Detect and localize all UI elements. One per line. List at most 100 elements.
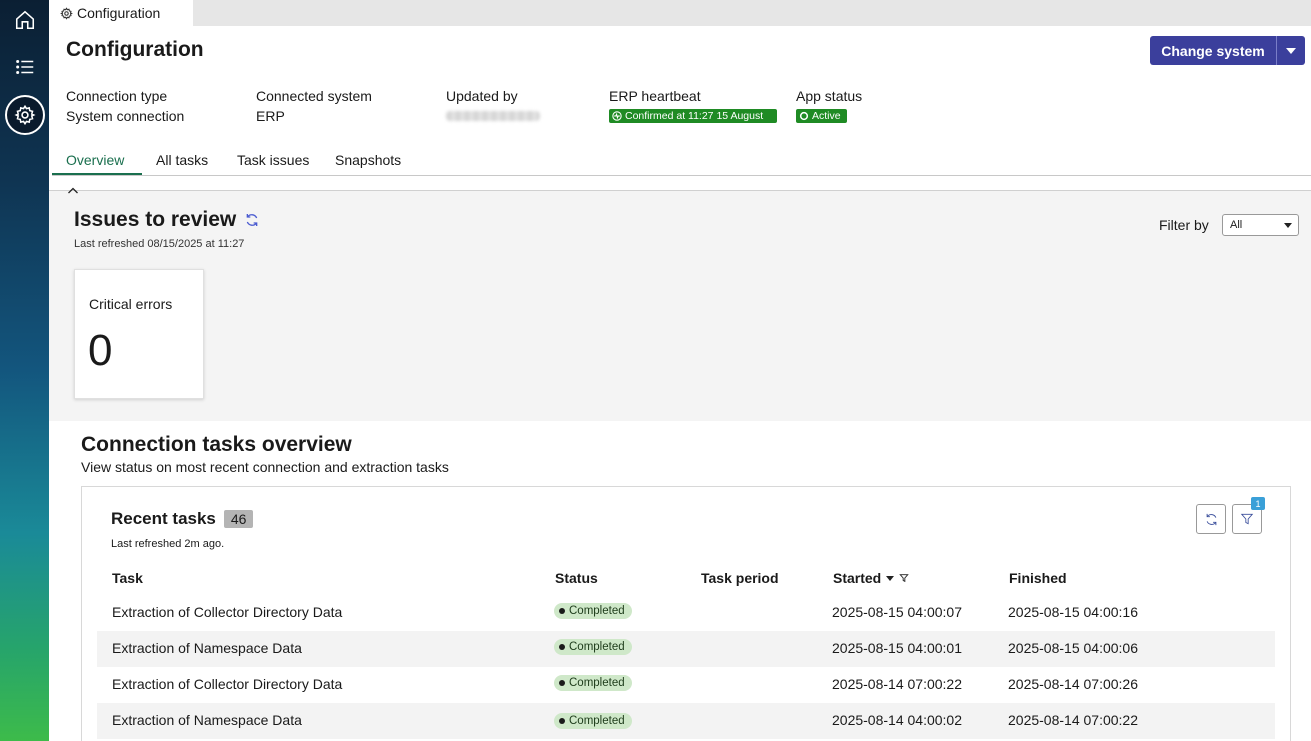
col-started[interactable]: Started bbox=[833, 570, 909, 586]
refresh-icon bbox=[1206, 513, 1216, 525]
status-text: Completed bbox=[569, 715, 625, 727]
status-dot-icon bbox=[559, 680, 565, 686]
task-name: Extraction of Namespace Data bbox=[112, 640, 302, 656]
tab-configuration[interactable]: Configuration bbox=[49, 0, 193, 26]
table-row[interactable]: Extraction of Namespace Data Completed 2… bbox=[97, 703, 1275, 739]
recent-tasks-title-text: Recent tasks bbox=[111, 509, 216, 528]
active-tab-indicator bbox=[52, 173, 142, 175]
updated-by-label: Updated by bbox=[446, 88, 518, 104]
col-task[interactable]: Task bbox=[112, 570, 143, 586]
meta-app-status: App status Active bbox=[796, 86, 862, 126]
filter-select-value: All bbox=[1230, 219, 1243, 231]
meta-connected-system: Connected system ERP bbox=[256, 86, 372, 126]
status-dot-icon bbox=[559, 718, 565, 724]
issues-section: Issues to review Last refreshed 08/15/20… bbox=[49, 187, 1311, 421]
meta-updated-by: Updated by bbox=[446, 86, 540, 126]
filter-button[interactable]: 1 bbox=[1232, 497, 1265, 534]
tab-strip: Configuration bbox=[49, 0, 1311, 26]
chevron-down-icon bbox=[1284, 223, 1292, 228]
tab-label: Configuration bbox=[77, 5, 161, 21]
chevron-down-icon bbox=[1286, 47, 1296, 54]
task-name: Extraction of Collector Directory Data bbox=[112, 604, 343, 620]
task-name: Extraction of Namespace Data bbox=[112, 712, 302, 728]
started-time: 2025-08-15 04:00:01 bbox=[832, 640, 962, 656]
home-button[interactable] bbox=[5, 0, 45, 40]
heartbeat-label: ERP heartbeat bbox=[609, 88, 701, 104]
started-time: 2025-08-15 04:00:07 bbox=[832, 604, 962, 620]
issues-title: Issues to review bbox=[74, 208, 260, 232]
finished-time: 2025-08-14 07:00:26 bbox=[1008, 676, 1138, 692]
recent-tasks-last-refreshed: Last refreshed 2m ago. bbox=[111, 538, 225, 550]
col-finished[interactable]: Finished bbox=[1009, 570, 1067, 586]
table-row[interactable]: Extraction of Collector Directory Data C… bbox=[97, 667, 1275, 703]
tab-task-issues[interactable]: Task issues bbox=[237, 152, 309, 168]
finished-time: 2025-08-15 04:00:16 bbox=[1008, 604, 1138, 620]
critical-errors-card[interactable]: Critical errors 0 bbox=[74, 269, 204, 399]
col-status[interactable]: Status bbox=[555, 570, 598, 586]
connection-type-label: Connection type bbox=[66, 88, 168, 104]
table-row[interactable]: Extraction of Collector Directory Data C… bbox=[97, 595, 1275, 631]
critical-errors-value: 0 bbox=[88, 326, 113, 375]
finished-time: 2025-08-15 04:00:06 bbox=[1008, 640, 1138, 656]
meta-connection-type: Connection type System connection bbox=[66, 86, 184, 126]
status-badge: Completed bbox=[554, 675, 632, 691]
home-icon bbox=[15, 10, 35, 30]
heartbeat-badge: Confirmed at 11:27 15 August bbox=[609, 109, 777, 123]
col-task-period[interactable]: Task period bbox=[701, 570, 779, 586]
meta-heartbeat: ERP heartbeat Confirmed at 11:27 15 Augu… bbox=[609, 86, 777, 126]
menu-button[interactable] bbox=[5, 47, 45, 87]
tab-overview[interactable]: Overview bbox=[66, 152, 124, 168]
app-status-label: App status bbox=[796, 88, 863, 104]
status-dot-icon bbox=[559, 608, 565, 614]
heartbeat-value: Confirmed at 11:27 15 August bbox=[625, 110, 764, 122]
col-started-label: Started bbox=[833, 570, 882, 586]
started-time: 2025-08-14 04:00:02 bbox=[832, 712, 962, 728]
recent-tasks-panel: Recent tasks 46 Last refreshed 2m ago. 1… bbox=[81, 486, 1291, 741]
filter-icon bbox=[1240, 513, 1254, 525]
filter-count-badge: 1 bbox=[1251, 497, 1265, 510]
change-system-button-group: Change system bbox=[1150, 36, 1305, 65]
change-system-dropdown[interactable] bbox=[1277, 36, 1305, 65]
status-badge: Completed bbox=[554, 639, 632, 655]
tab-snapshots[interactable]: Snapshots bbox=[335, 152, 401, 168]
filter-icon bbox=[899, 574, 909, 583]
sort-desc-icon bbox=[886, 575, 895, 581]
task-name: Extraction of Collector Directory Data bbox=[112, 676, 343, 692]
status-text: Completed bbox=[569, 641, 625, 653]
heartbeat-icon bbox=[612, 111, 622, 121]
tab-all-tasks[interactable]: All tasks bbox=[156, 152, 208, 168]
status-badge: Completed bbox=[554, 603, 632, 619]
refresh-icon[interactable] bbox=[244, 212, 260, 228]
status-text: Completed bbox=[569, 677, 625, 689]
list-icon bbox=[16, 59, 34, 75]
status-dot-icon bbox=[559, 644, 565, 650]
connected-system-value: ERP bbox=[256, 108, 285, 124]
page-title: Configuration bbox=[66, 38, 204, 61]
recent-tasks-count: 46 bbox=[223, 510, 254, 528]
connected-system-label: Connected system bbox=[256, 88, 372, 104]
status-text: Completed bbox=[569, 605, 625, 617]
redacted-user bbox=[446, 111, 540, 121]
left-rail bbox=[0, 0, 49, 741]
issues-last-refreshed: Last refreshed 08/15/2025 at 11:27 bbox=[74, 238, 245, 250]
status-dot-icon bbox=[799, 111, 809, 121]
app-status-value: Active bbox=[812, 110, 841, 122]
overview-title: Connection tasks overview bbox=[81, 433, 352, 456]
filter-select[interactable]: All bbox=[1222, 214, 1299, 236]
table-row[interactable]: Extraction of Namespace Data Completed 2… bbox=[97, 631, 1275, 667]
issues-title-text: Issues to review bbox=[74, 208, 237, 231]
status-badge: Completed bbox=[554, 713, 632, 729]
filter-label: Filter by bbox=[1159, 217, 1209, 233]
started-time: 2025-08-14 07:00:22 bbox=[832, 676, 962, 692]
app-status-badge: Active bbox=[796, 109, 847, 123]
nav-tabs: Overview All tasks Task issues Snapshots bbox=[52, 148, 1311, 176]
gear-icon bbox=[14, 104, 36, 126]
change-system-button[interactable]: Change system bbox=[1150, 36, 1277, 65]
gear-icon bbox=[60, 6, 73, 20]
refresh-button[interactable] bbox=[1196, 504, 1226, 534]
chevron-up-icon[interactable] bbox=[67, 186, 79, 196]
settings-button[interactable] bbox=[5, 95, 45, 135]
finished-time: 2025-08-14 07:00:22 bbox=[1008, 712, 1138, 728]
recent-tasks-title: Recent tasks 46 bbox=[111, 509, 254, 529]
critical-errors-label: Critical errors bbox=[89, 296, 173, 312]
